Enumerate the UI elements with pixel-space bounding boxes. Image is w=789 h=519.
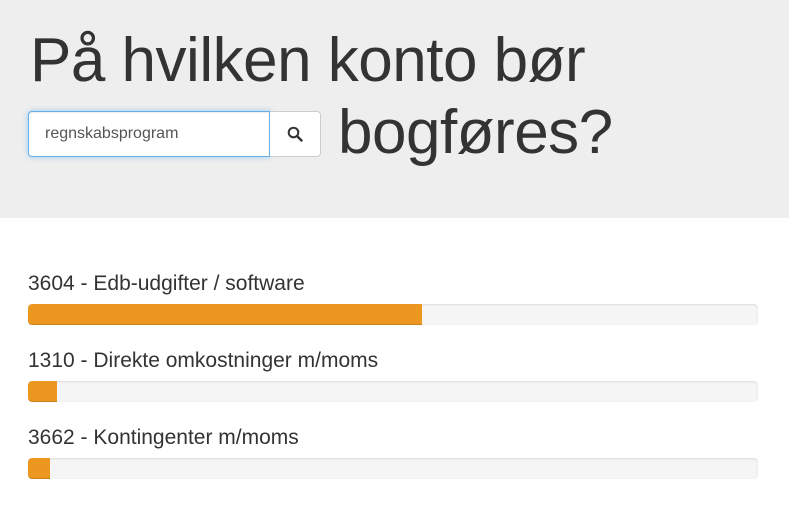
result-item: 3604 - Edb-udgifter / software xyxy=(28,268,758,345)
page-title-line-2: bogføres? xyxy=(338,98,613,167)
search-icon xyxy=(287,126,303,142)
search-group xyxy=(28,111,321,157)
result-label: 1310 - Direkte omkostninger m/moms xyxy=(28,349,379,372)
result-progress-track xyxy=(28,458,758,479)
search-button[interactable] xyxy=(270,111,321,157)
result-item: 1310 - Direkte omkostninger m/moms xyxy=(28,345,758,422)
result-item: 3662 - Kontingenter m/moms xyxy=(28,422,758,499)
jumbotron: På hvilken konto bør bogføres? xyxy=(0,0,789,218)
result-label: 3604 - Edb-udgifter / software xyxy=(28,272,305,295)
results-list: 3604 - Edb-udgifter / software 1310 - Di… xyxy=(28,268,758,499)
result-label: 3662 - Kontingenter m/moms xyxy=(28,426,299,449)
result-progress-bar xyxy=(28,381,58,402)
page-title-line-1: På hvilken konto bør xyxy=(30,26,586,95)
result-progress-bar xyxy=(28,458,50,479)
result-progress-track xyxy=(28,304,758,325)
result-progress-bar xyxy=(28,304,423,325)
search-input[interactable] xyxy=(28,111,270,157)
result-progress-track xyxy=(28,381,758,402)
